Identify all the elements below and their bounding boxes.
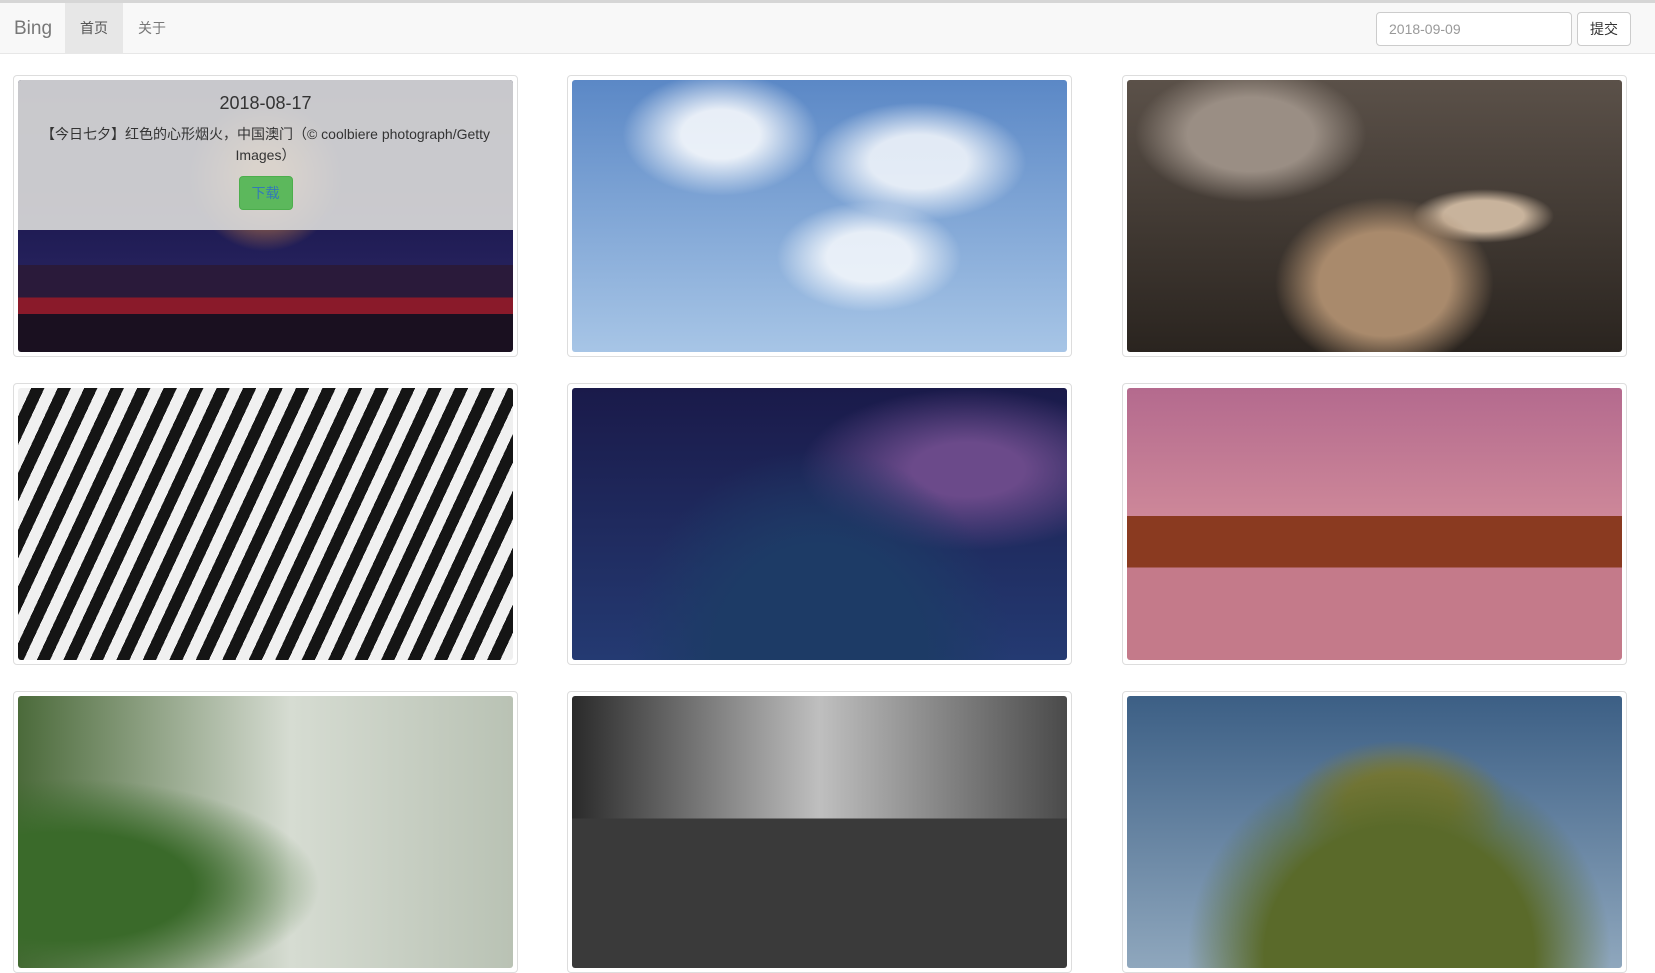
wallpaper-image [1127,696,1622,968]
submit-button[interactable]: 提交 [1577,12,1631,46]
wallpaper-image [572,696,1067,968]
wallpaper-card[interactable] [567,691,1072,973]
image-caption: 2018-08-17 【今日七夕】红色的心形烟火，中国澳门（© coolbier… [18,80,513,230]
wallpaper-image [1127,388,1622,660]
wallpaper-card[interactable]: 2018-08-17 【今日七夕】红色的心形烟火，中国澳门（© coolbier… [13,75,518,357]
wallpaper-image [18,696,513,968]
wallpaper-image [1127,80,1622,352]
wallpaper-card[interactable] [1122,75,1627,357]
wallpaper-card[interactable] [567,75,1072,357]
wallpaper-card[interactable] [567,383,1072,665]
nav-home[interactable]: 首页 [65,3,123,54]
wallpaper-image [572,80,1067,352]
wallpaper-card[interactable] [13,691,518,973]
wallpaper-image [18,388,513,660]
date-input[interactable] [1376,12,1572,46]
wallpaper-description: 【今日七夕】红色的心形烟火，中国澳门（© coolbiere photograp… [40,126,491,163]
download-button[interactable]: 下载 [238,176,293,210]
wallpaper-card[interactable] [1122,691,1627,973]
wallpaper-date: 2018-08-17 [219,93,312,113]
wallpaper-card[interactable] [13,383,518,665]
brand-link[interactable]: Bing [14,3,52,54]
navbar: Bing 首页 关于 提交 [0,3,1655,54]
nav-about[interactable]: 关于 [123,3,181,54]
wallpaper-image [572,388,1067,660]
wallpaper-card[interactable] [1122,383,1627,665]
wallpaper-image: 2018-08-17 【今日七夕】红色的心形烟火，中国澳门（© coolbier… [18,80,513,352]
